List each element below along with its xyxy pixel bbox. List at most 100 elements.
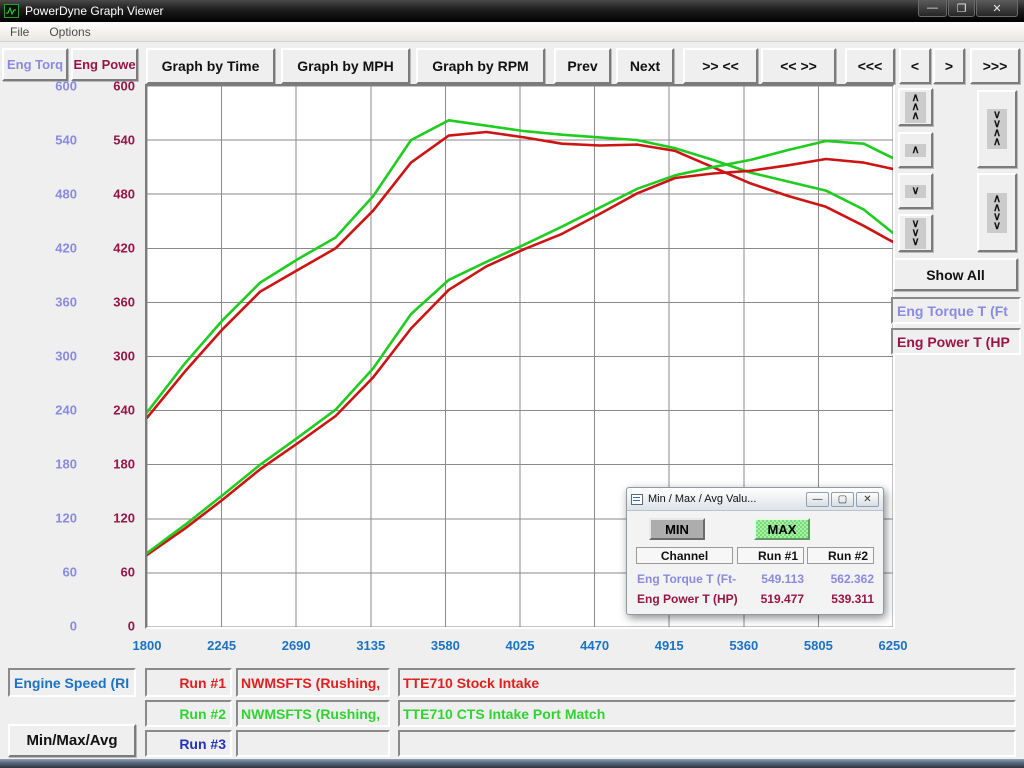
minmax-dialog: Min / Max / Avg Valu... — ▢ ✕ MIN MAX Ch… bbox=[626, 487, 884, 615]
run2-name-field[interactable]: NWMSFTS (Rushing, bbox=[236, 700, 390, 727]
dialog-row-torque: Eng Torque T (Ft- 549.113 562.362 bbox=[627, 572, 883, 590]
eng-power-channel-label: Eng Powe bbox=[73, 57, 135, 72]
waveform-icon bbox=[6, 7, 17, 15]
power-axis-tick-label: 540 bbox=[82, 133, 135, 148]
y-scale-up-fast-button[interactable]: ∧ ∧ ∧ bbox=[898, 88, 933, 126]
chevrons-outward-icon: ∧ ∧ ∨ ∨ bbox=[987, 193, 1007, 233]
y-compress-button[interactable]: ∨ ∨ ∧ ∧ bbox=[977, 90, 1017, 168]
power-run1-max-value: 519.477 bbox=[737, 592, 804, 606]
torque-axis-tick-label: 480 bbox=[20, 187, 77, 202]
minmaxavg-button[interactable]: Min/Max/Avg bbox=[8, 724, 136, 757]
torque-run1-max-value: 549.113 bbox=[737, 572, 804, 586]
scroll-right-button[interactable]: > bbox=[933, 48, 965, 84]
run3-name-field[interactable] bbox=[236, 730, 390, 757]
power-axis-tick-label: 420 bbox=[82, 241, 135, 256]
maximize-icon[interactable]: ❐ bbox=[948, 0, 975, 17]
dialog-maximize-icon[interactable]: ▢ bbox=[831, 492, 854, 507]
y-scale-down-fast-button[interactable]: ∨ ∨ ∨ bbox=[898, 214, 933, 252]
torque-axis-tick-label: 600 bbox=[20, 79, 77, 94]
power-run2-max-value: 539.311 bbox=[807, 592, 874, 606]
dialog-header-run2: Run #2 bbox=[807, 547, 874, 564]
rpm-axis-tick-label: 2690 bbox=[266, 638, 326, 653]
torque-axis-tick-label: 360 bbox=[20, 295, 77, 310]
graph-by-rpm-button[interactable]: Graph by RPM bbox=[416, 48, 545, 84]
run1-label-field: Run #1 bbox=[145, 668, 232, 697]
run2-desc-field[interactable]: TTE710 CTS Intake Port Match bbox=[398, 700, 1016, 727]
chevron-down-icon: ∨ bbox=[905, 185, 925, 198]
menu-file[interactable]: File bbox=[0, 25, 39, 39]
dialog-title: Min / Max / Avg Valu... bbox=[648, 493, 804, 505]
chevrons-inward-icon: ∨ ∨ ∧ ∧ bbox=[987, 109, 1007, 149]
rpm-axis-tick-label: 5360 bbox=[714, 638, 774, 653]
window-title: PowerDyne Graph Viewer bbox=[25, 4, 164, 18]
rpm-axis-tick-label: 2245 bbox=[192, 638, 252, 653]
dialog-icon bbox=[631, 494, 643, 505]
power-axis-tick-label: 120 bbox=[82, 511, 135, 526]
power-axis-tick-label: 0 bbox=[82, 619, 135, 634]
rpm-axis-tick-label: 3135 bbox=[341, 638, 401, 653]
run3-desc-field[interactable] bbox=[398, 730, 1016, 757]
title-bar: PowerDyne Graph Viewer — ❐ ✕ bbox=[0, 0, 1024, 22]
run1-desc-field[interactable]: TTE710 Stock Intake bbox=[398, 668, 1016, 697]
dialog-close-icon[interactable]: ✕ bbox=[856, 492, 879, 507]
dialog-header-channel: Channel bbox=[636, 547, 733, 564]
rpm-axis-tick-label: 5805 bbox=[788, 638, 848, 653]
min-button[interactable]: MIN bbox=[649, 518, 705, 540]
y-scale-down-button[interactable]: ∨ bbox=[898, 173, 933, 209]
run2-label-field: Run #2 bbox=[145, 700, 232, 727]
power-channel-field[interactable]: Eng Power T (HP bbox=[891, 328, 1021, 355]
power-axis-tick-label: 360 bbox=[82, 295, 135, 310]
torque-axis-tick-label: 120 bbox=[20, 511, 77, 526]
eng-torque-channel-button[interactable]: Eng Torq bbox=[2, 48, 68, 81]
window-bottom-border bbox=[0, 759, 1024, 768]
rpm-axis-tick-label: 4915 bbox=[639, 638, 699, 653]
torque-axis-tick-label: 0 bbox=[20, 619, 77, 634]
torque-axis-tick-label: 540 bbox=[20, 133, 77, 148]
rpm-axis-tick-label: 4025 bbox=[490, 638, 550, 653]
x-axis-channel-field[interactable]: Engine Speed (RI bbox=[8, 668, 136, 697]
close-icon[interactable]: ✕ bbox=[976, 0, 1018, 17]
app-icon bbox=[4, 4, 19, 18]
rpm-axis-tick-label: 3580 bbox=[415, 638, 475, 653]
power-axis-tick-label: 300 bbox=[82, 349, 135, 364]
dialog-minimize-icon[interactable]: — bbox=[806, 492, 829, 507]
torque-axis-tick-label: 180 bbox=[20, 457, 77, 472]
zoom-in-x-button[interactable]: >> << bbox=[683, 48, 758, 84]
y-scale-up-button[interactable]: ∧ bbox=[898, 132, 933, 168]
minimize-icon[interactable]: — bbox=[918, 0, 947, 17]
graph-by-mph-button[interactable]: Graph by MPH bbox=[281, 48, 410, 84]
y-expand-button[interactable]: ∧ ∧ ∨ ∨ bbox=[977, 173, 1017, 252]
show-all-button[interactable]: Show All bbox=[893, 258, 1018, 291]
rpm-axis-tick-label: 1800 bbox=[117, 638, 177, 653]
scroll-left-button[interactable]: < bbox=[899, 48, 931, 84]
zoom-out-x-button[interactable]: << >> bbox=[761, 48, 836, 84]
max-button[interactable]: MAX bbox=[754, 518, 810, 540]
window-controls: — ❐ ✕ bbox=[917, 0, 1018, 17]
eng-torque-channel-label: Eng Torq bbox=[7, 57, 63, 72]
chevron-up-icon: ∧ bbox=[905, 144, 925, 157]
dialog-header-run1: Run #1 bbox=[737, 547, 804, 564]
app-window: PowerDyne Graph Viewer — ❐ ✕ File Option… bbox=[0, 0, 1024, 768]
rpm-axis-tick-label: 6250 bbox=[863, 638, 923, 653]
scroll-far-right-button[interactable]: >>> bbox=[970, 48, 1020, 84]
torque-channel-field[interactable]: Eng Torque T (Ft bbox=[891, 297, 1021, 324]
menu-bar: File Options bbox=[0, 22, 1024, 42]
dialog-title-bar[interactable]: Min / Max / Avg Valu... — ▢ ✕ bbox=[627, 488, 883, 511]
dialog-row-power: Eng Power T (HP) 519.477 539.311 bbox=[627, 592, 883, 610]
rpm-axis-tick-label: 4470 bbox=[565, 638, 625, 653]
power-row-channel: Eng Power T (HP) bbox=[637, 592, 747, 606]
run3-label-field: Run #3 bbox=[145, 730, 232, 757]
run1-name-field[interactable]: NWMSFTS (Rushing, bbox=[236, 668, 390, 697]
graph-by-time-button[interactable]: Graph by Time bbox=[146, 48, 275, 84]
menu-options[interactable]: Options bbox=[39, 25, 100, 39]
torque-axis-tick-label: 420 bbox=[20, 241, 77, 256]
next-button[interactable]: Next bbox=[616, 48, 674, 84]
power-axis-tick-label: 480 bbox=[82, 187, 135, 202]
torque-axis-tick-label: 300 bbox=[20, 349, 77, 364]
power-axis-tick-label: 60 bbox=[82, 565, 135, 580]
scroll-far-left-button[interactable]: <<< bbox=[845, 48, 895, 84]
eng-power-channel-button[interactable]: Eng Powe bbox=[71, 48, 138, 81]
power-axis-tick-label: 600 bbox=[82, 79, 135, 94]
prev-button[interactable]: Prev bbox=[554, 48, 611, 84]
torque-axis-tick-label: 60 bbox=[20, 565, 77, 580]
